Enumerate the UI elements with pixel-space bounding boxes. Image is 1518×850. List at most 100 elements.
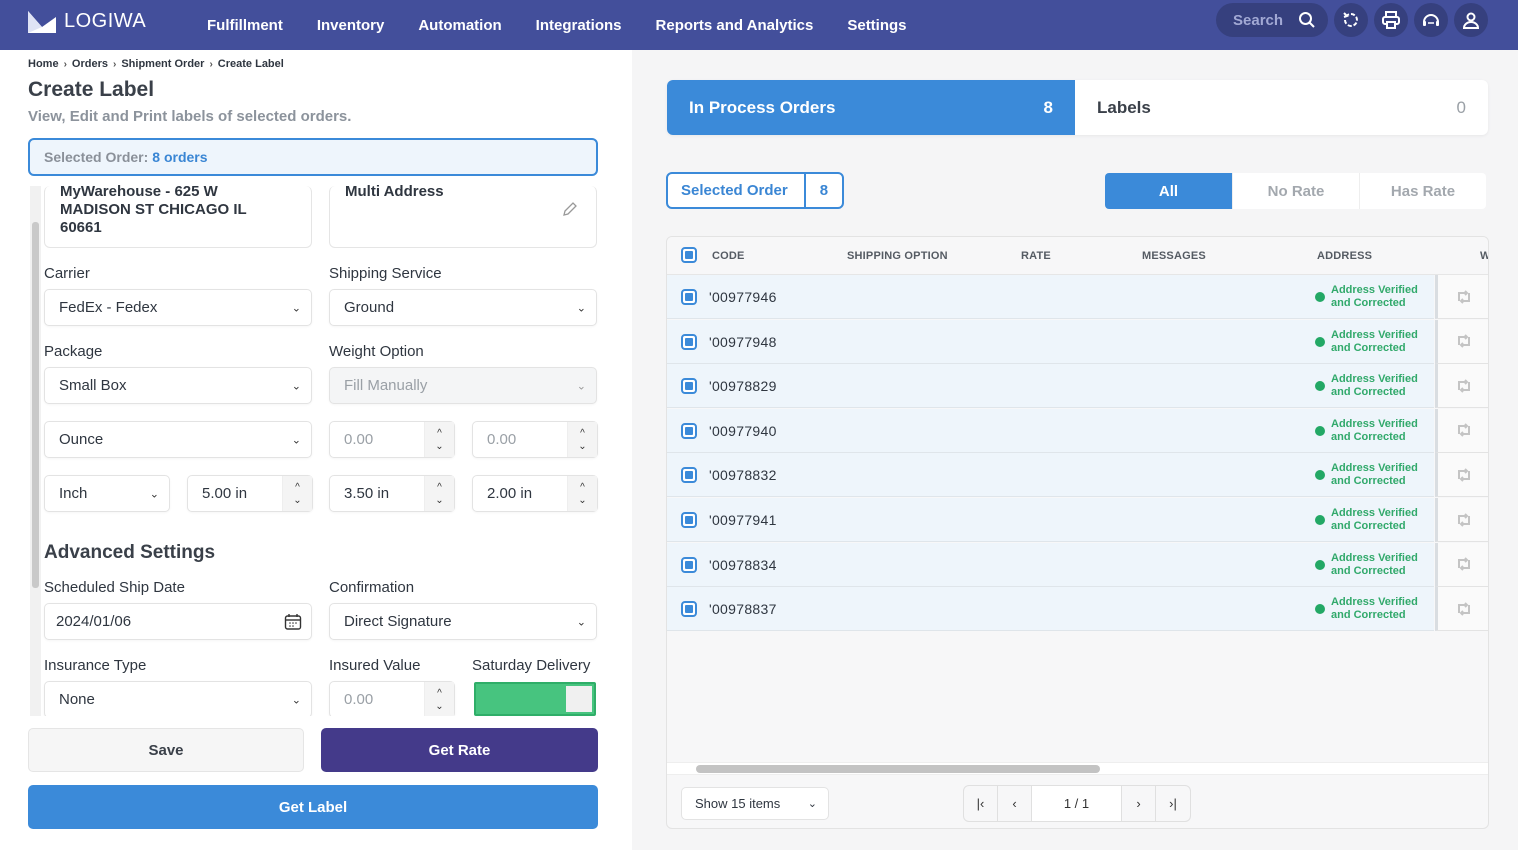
horizontal-scrollbar[interactable] <box>696 765 1100 773</box>
row-checkbox[interactable] <box>681 289 697 305</box>
chevron-down-icon[interactable]: ⌄ <box>578 440 586 453</box>
chevron-up-icon[interactable]: ^ <box>580 427 585 440</box>
sync-icon[interactable] <box>1455 600 1473 618</box>
col-w[interactable]: W <box>1480 250 1488 262</box>
select-all-checkbox[interactable] <box>681 247 697 263</box>
length-input[interactable]: 5.00 in ^ ⌄ <box>187 475 313 512</box>
saturday-delivery-toggle[interactable] <box>474 682 596 716</box>
sync-icon[interactable] <box>1455 511 1473 529</box>
length-stepper[interactable]: ^ ⌄ <box>282 476 312 511</box>
nav-reports[interactable]: Reports and Analytics <box>639 17 831 34</box>
calendar-icon[interactable] <box>284 613 302 631</box>
row-checkbox[interactable] <box>681 556 697 573</box>
tab-labels[interactable]: Labels 0 <box>1075 80 1488 135</box>
col-shipping-option[interactable]: SHIPPING OPTION <box>847 250 948 262</box>
confirmation-select[interactable]: Direct Signature ⌄ <box>329 603 597 640</box>
weight-input-1[interactable]: 0.00 ^ ⌄ <box>329 421 455 458</box>
height-input[interactable]: 2.00 in ^ ⌄ <box>472 475 598 512</box>
chevron-up-icon[interactable]: ^ <box>295 481 300 494</box>
filter-all[interactable]: All <box>1105 173 1232 209</box>
chevron-down-icon[interactable]: ⌄ <box>293 494 301 507</box>
next-page-button[interactable]: › <box>1122 786 1156 821</box>
table-row[interactable]: '00978829 Address Verified and Corrected <box>667 364 1434 409</box>
weight-unit-select[interactable]: Ounce ⌄ <box>44 421 312 458</box>
sync-icon[interactable] <box>1455 421 1473 439</box>
breadcrumb-shipment-order[interactable]: Shipment Order <box>121 58 204 70</box>
get-label-button[interactable]: Get Label <box>28 785 598 829</box>
table-row[interactable]: '00977940 Address Verified and Corrected <box>667 408 1434 453</box>
sync-icon[interactable] <box>1455 288 1473 306</box>
print-button[interactable] <box>1374 3 1408 37</box>
row-checkbox[interactable] <box>681 422 697 439</box>
support-button[interactable] <box>1414 3 1448 37</box>
height-stepper[interactable]: ^ ⌄ <box>567 476 597 511</box>
shipping-service-select[interactable]: Ground ⌄ <box>329 289 597 326</box>
table-row[interactable]: '00977948 Address Verified and Corrected <box>667 319 1434 364</box>
search-input[interactable]: Search <box>1216 3 1328 37</box>
row-checkbox[interactable] <box>681 512 697 528</box>
user-button[interactable] <box>1454 3 1488 37</box>
edit-pencil-icon[interactable] <box>562 201 578 217</box>
row-checkbox[interactable] <box>681 378 697 395</box>
get-rate-button[interactable]: Get Rate <box>321 728 598 772</box>
chevron-down-icon[interactable]: ⌄ <box>578 494 586 507</box>
first-page-button[interactable]: |‹ <box>964 786 998 821</box>
nav-inventory[interactable]: Inventory <box>300 17 402 34</box>
chevron-up-icon[interactable]: ^ <box>437 687 442 700</box>
selected-order-value[interactable]: 8 orders <box>152 149 207 165</box>
row-checkbox[interactable] <box>681 333 697 350</box>
table-row[interactable]: '00977941 Address Verified and Corrected <box>667 498 1434 542</box>
save-button[interactable]: Save <box>28 728 304 772</box>
sync-icon[interactable] <box>1455 555 1473 573</box>
width-stepper[interactable]: ^ ⌄ <box>424 476 454 511</box>
tab-in-process-orders[interactable]: In Process Orders 8 <box>667 80 1075 135</box>
chevron-up-icon[interactable]: ^ <box>437 427 442 440</box>
table-row[interactable]: '00978832 Address Verified and Corrected <box>667 453 1434 498</box>
row-checkbox[interactable] <box>681 467 697 484</box>
col-code[interactable]: CODE <box>712 250 745 262</box>
chevron-down-icon[interactable]: ⌄ <box>435 440 443 453</box>
chevron-up-icon[interactable]: ^ <box>437 481 442 494</box>
ship-date-input[interactable]: 2024/01/06 <box>44 603 312 640</box>
col-messages[interactable]: MESSAGES <box>1142 250 1206 262</box>
filter-no-rate[interactable]: No Rate <box>1232 173 1359 209</box>
nav-integrations[interactable]: Integrations <box>519 17 639 34</box>
nav-settings[interactable]: Settings <box>830 17 923 34</box>
weight-1-stepper[interactable]: ^ ⌄ <box>424 422 454 457</box>
insurance-type-select[interactable]: None ⌄ <box>44 681 312 716</box>
last-page-button[interactable]: ›| <box>1156 786 1190 821</box>
prev-page-button[interactable]: ‹ <box>998 786 1032 821</box>
chevron-down-icon[interactable]: ⌄ <box>435 494 443 507</box>
sync-icon[interactable] <box>1455 466 1473 484</box>
weight-option-select[interactable]: Fill Manually ⌄ <box>329 367 597 404</box>
sync-icon[interactable] <box>1455 377 1473 395</box>
sync-icon[interactable] <box>1455 332 1473 350</box>
carrier-select[interactable]: FedEx - Fedex ⌄ <box>44 289 312 326</box>
logo[interactable]: LOGIWA <box>28 10 146 33</box>
nav-fulfillment[interactable]: Fulfillment <box>190 17 300 34</box>
nav-automation[interactable]: Automation <box>401 17 518 34</box>
width-input[interactable]: 3.50 in ^ ⌄ <box>329 475 455 512</box>
filter-has-rate[interactable]: Has Rate <box>1359 173 1486 209</box>
table-row[interactable]: '00978834 Address Verified and Corrected <box>667 542 1434 587</box>
selected-order-toggle[interactable]: Selected Order 8 <box>666 172 845 209</box>
col-address[interactable]: ADDRESS <box>1317 250 1372 262</box>
weight-2-stepper[interactable]: ^ ⌄ <box>567 422 597 457</box>
chevron-down-icon[interactable]: ⌄ <box>435 700 443 713</box>
insured-value-input[interactable]: 0.00 ^ ⌄ <box>329 681 455 716</box>
col-rate[interactable]: RATE <box>1021 250 1051 262</box>
refresh-button[interactable] <box>1334 3 1368 37</box>
table-row[interactable]: '00977946 Address Verified and Corrected <box>667 275 1434 319</box>
insured-value-stepper[interactable]: ^ ⌄ <box>424 682 454 716</box>
create-label-panel: Home › Orders › Shipment Order › Create Lab… <box>0 50 632 850</box>
breadcrumb-home[interactable]: Home <box>28 58 59 70</box>
weight-input-2[interactable]: 0.00 ^ ⌄ <box>472 421 598 458</box>
dimension-unit-select[interactable]: Inch ⌄ <box>44 475 170 512</box>
breadcrumb-orders[interactable]: Orders <box>72 58 108 70</box>
package-select[interactable]: Small Box ⌄ <box>44 367 312 404</box>
chevron-up-icon[interactable]: ^ <box>580 481 585 494</box>
form-scrollbar[interactable] <box>32 222 39 588</box>
table-row[interactable]: '00978837 Address Verified and Corrected <box>667 587 1434 632</box>
page-size-select[interactable]: Show 15 items ⌄ <box>681 787 829 820</box>
row-checkbox[interactable] <box>681 601 697 618</box>
